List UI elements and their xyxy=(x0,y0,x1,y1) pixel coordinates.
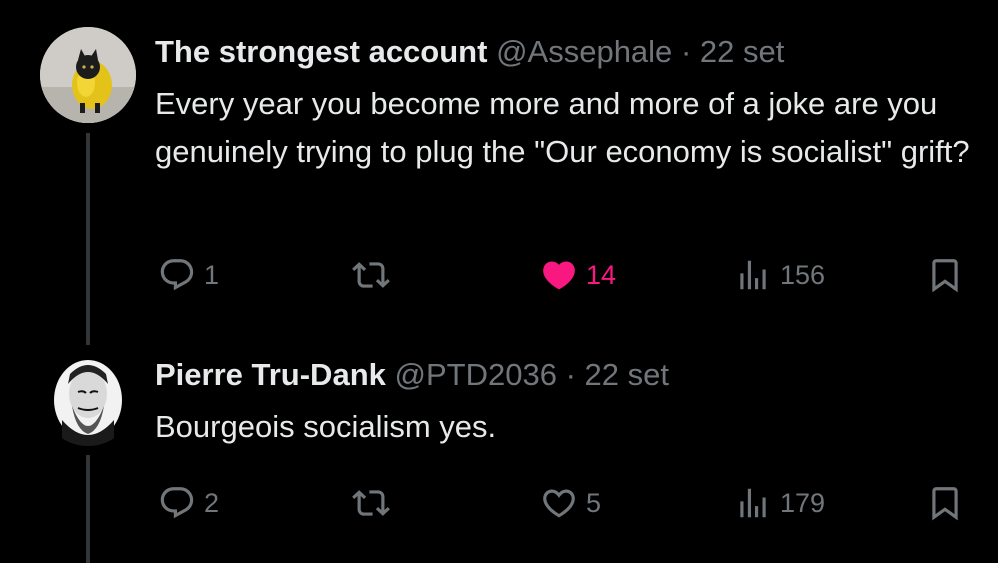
bookmark-button[interactable] xyxy=(926,250,964,300)
views-count: 179 xyxy=(780,487,826,518)
tweet-header: Pierre Tru-Dank @PTD2036 · 22 set xyxy=(155,355,669,395)
reply-count: 2 xyxy=(204,487,220,518)
separator: · xyxy=(565,357,576,392)
engraving-portrait-avatar-icon xyxy=(40,350,136,446)
user-avatar[interactable] xyxy=(40,350,136,446)
reply-icon xyxy=(160,487,194,519)
views-chart-icon xyxy=(740,488,766,518)
like-count: 5 xyxy=(586,487,602,518)
tweet-text: Every year you become more and more of a… xyxy=(155,86,970,169)
tweet-date[interactable]: 22 set xyxy=(700,34,784,69)
views-button[interactable]: 156 xyxy=(734,250,825,300)
like-button[interactable]: 5 xyxy=(540,478,601,528)
heart-outline-icon xyxy=(543,489,575,518)
views-count: 156 xyxy=(780,259,826,290)
thread-line xyxy=(86,133,90,345)
repost-button[interactable] xyxy=(352,250,390,300)
repost-icon xyxy=(352,490,390,516)
user-avatar[interactable] xyxy=(40,27,136,123)
reply-count: 1 xyxy=(204,259,220,290)
like-count: 14 xyxy=(586,259,617,290)
bookmark-button[interactable] xyxy=(926,478,964,528)
reply-button[interactable]: 1 xyxy=(158,250,219,300)
user-handle[interactable]: @PTD2036 xyxy=(395,357,557,392)
action-bar: 1 14 156 xyxy=(0,250,998,300)
like-button[interactable]: 14 xyxy=(540,250,616,300)
views-button[interactable]: 179 xyxy=(734,478,825,528)
separator: · xyxy=(680,34,692,69)
tweet-date[interactable]: 22 set xyxy=(585,357,669,392)
bookmark-icon xyxy=(932,259,958,293)
tweet-2[interactable]: Pierre Tru-Dank @PTD2036 · 22 set Bourge… xyxy=(0,345,998,563)
views-chart-icon xyxy=(740,260,766,290)
user-handle[interactable]: @Assephale xyxy=(496,34,672,69)
tweet-text: Bourgeois socialism yes. xyxy=(155,409,497,444)
tweet-1[interactable]: The strongest account @Assephale · 22 se… xyxy=(0,0,998,345)
display-name[interactable]: Pierre Tru-Dank xyxy=(155,357,386,392)
display-name[interactable]: The strongest account xyxy=(155,34,487,69)
heart-filled-icon xyxy=(543,261,575,290)
reply-button[interactable]: 2 xyxy=(158,478,219,528)
action-bar: 2 5 179 xyxy=(0,478,998,528)
bookmark-icon xyxy=(932,487,958,521)
tweet-header: The strongest account @Assephale · 22 se… xyxy=(155,32,784,72)
reply-icon xyxy=(160,259,194,291)
repost-button[interactable] xyxy=(352,478,390,528)
cat-avatar-icon xyxy=(40,27,136,123)
repost-icon xyxy=(352,262,390,288)
